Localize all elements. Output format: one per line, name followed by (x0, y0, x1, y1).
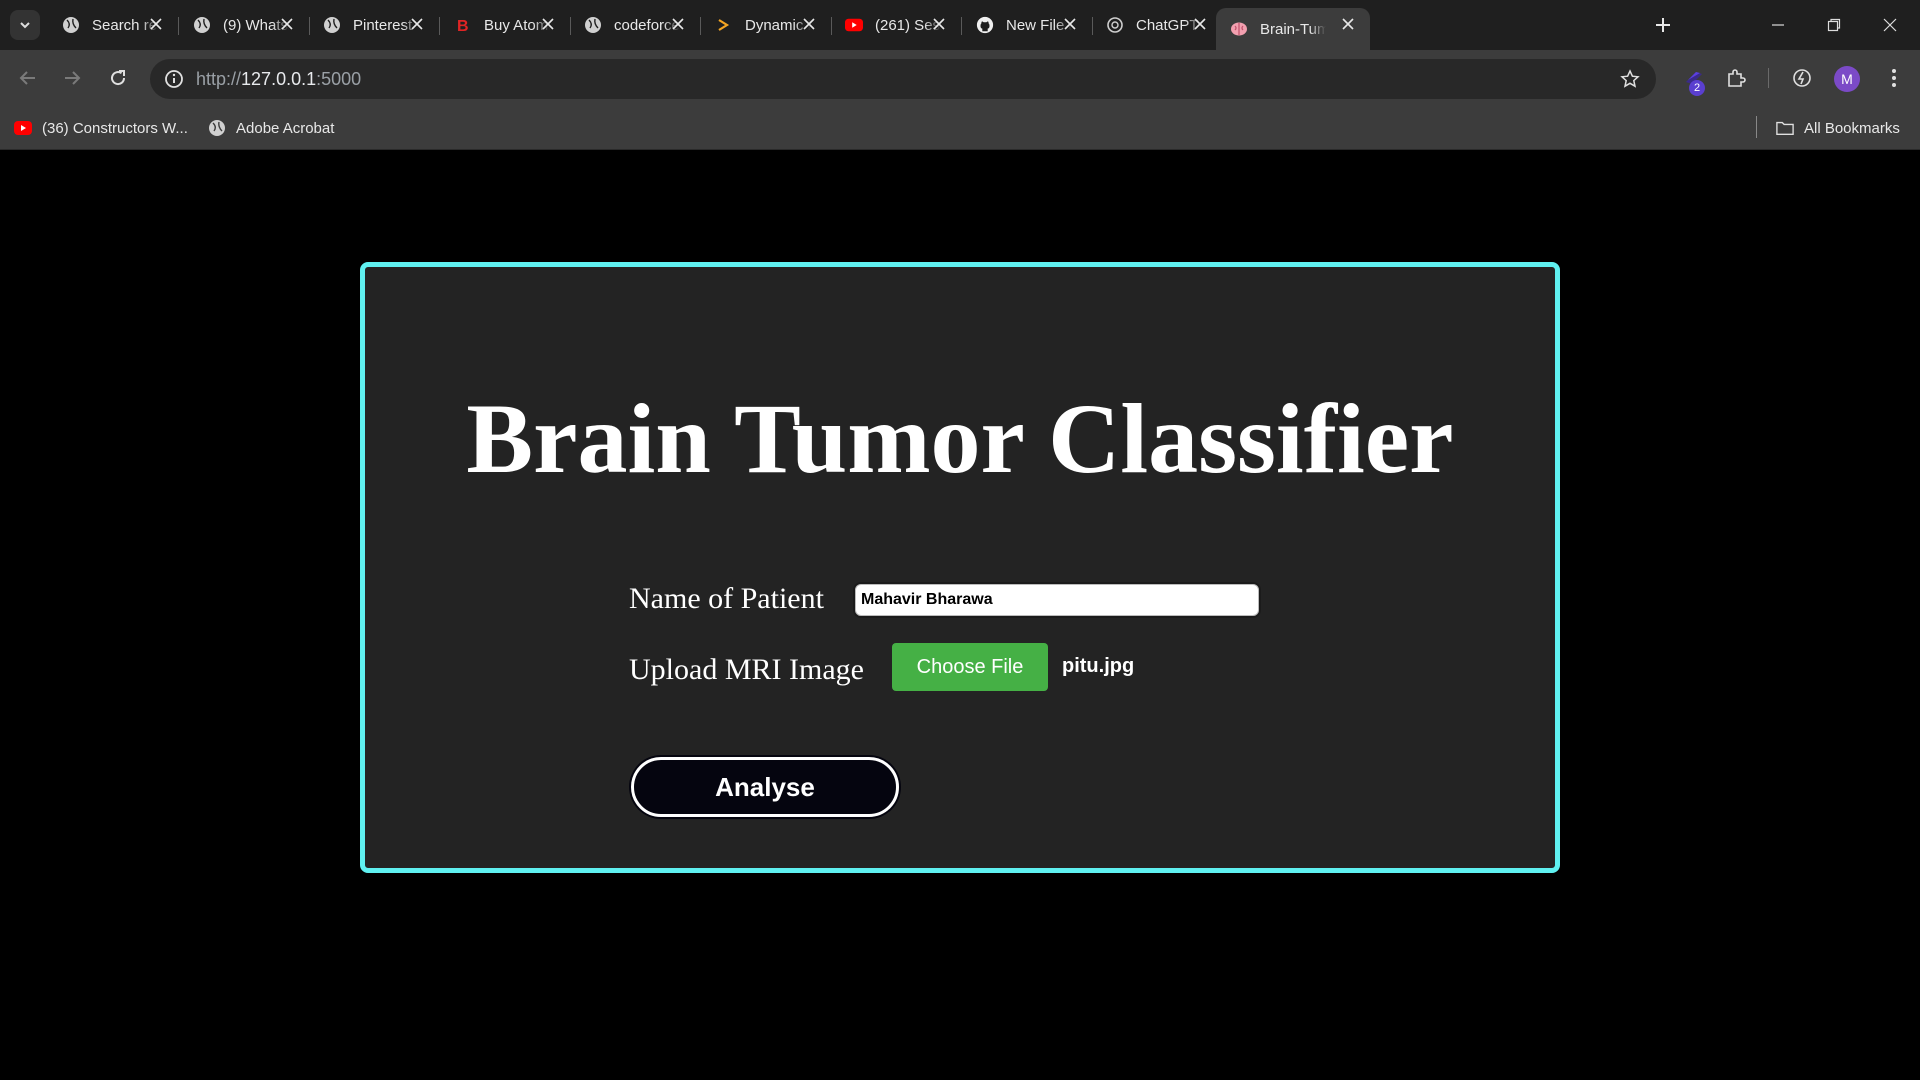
tab[interactable]: Dynamic P (701, 8, 832, 42)
b-logo-icon: B (454, 16, 472, 34)
tab-close-button[interactable] (1060, 14, 1080, 34)
arrow-right-icon (65, 71, 81, 85)
svg-text:B: B (457, 18, 469, 34)
all-bookmarks-label: All Bookmarks (1804, 119, 1900, 137)
plus-icon (1656, 18, 1670, 32)
bookmark-label: Adobe Acrobat (236, 119, 335, 137)
reload-button[interactable] (102, 62, 134, 94)
page-title: Brain Tumor Classifier (466, 383, 1454, 494)
reload-icon (111, 70, 126, 86)
bookmarks-separator (1756, 116, 1757, 138)
browser-toolbar: http://127.0.0.1:5000 (0, 50, 1920, 106)
tab-close-button[interactable] (929, 14, 949, 34)
close-icon (281, 18, 293, 30)
bookmark-label: (36) Constructors W... (42, 119, 188, 137)
back-button[interactable] (12, 62, 44, 94)
tab-strip: Search results(9) WhatsAppPinterestBBuy … (0, 0, 1920, 50)
github-icon (976, 16, 994, 34)
chevron-down-icon (20, 22, 30, 29)
url-text: http://127.0.0.1:5000 (196, 69, 362, 89)
new-tab-button[interactable] (1650, 12, 1676, 38)
globe-icon (208, 119, 226, 137)
tab[interactable]: New File a (962, 8, 1093, 42)
close-window-button[interactable] (1862, 0, 1918, 50)
close-icon (411, 18, 423, 30)
analyse-button[interactable]: Analyse (631, 757, 899, 817)
patient-name-input[interactable] (853, 582, 1261, 618)
close-icon (1883, 18, 1897, 32)
close-icon (150, 18, 162, 30)
tab-close-button[interactable] (146, 14, 166, 34)
chevron-logo-icon (715, 16, 733, 34)
profile-avatar[interactable]: M (1834, 66, 1860, 92)
tab[interactable]: codeforces (570, 8, 701, 42)
globe-icon (62, 16, 80, 34)
extension-badge: 2 (1689, 80, 1705, 96)
close-icon (933, 18, 945, 30)
minimize-icon (1772, 24, 1784, 26)
tab[interactable]: Pinterest (309, 8, 440, 42)
selected-file-name: pitu.jpg (1062, 655, 1135, 677)
tab-close-button[interactable] (538, 14, 558, 34)
close-icon (1064, 18, 1076, 30)
site-info-icon[interactable] (162, 67, 186, 91)
tab-search-button[interactable] (10, 10, 40, 40)
menu-kebab-icon[interactable] (1880, 64, 1908, 92)
close-icon (803, 18, 815, 30)
upload-label: Upload MRI Image (629, 653, 864, 686)
tab-close-button[interactable] (799, 14, 819, 34)
bookmark-item[interactable]: Adobe Acrobat (208, 116, 334, 140)
brain-icon (1230, 20, 1248, 38)
tab-close-button[interactable] (407, 14, 427, 34)
arrow-left-icon (19, 71, 35, 85)
tab-close-button[interactable] (668, 14, 688, 34)
page-viewport: Brain Tumor Classifier Name of Patient U… (0, 151, 1920, 1080)
tab-close-button[interactable] (1338, 14, 1358, 34)
globe-icon (323, 16, 341, 34)
bookmark-star-icon[interactable] (1618, 67, 1642, 91)
bookmark-item[interactable]: (36) Constructors W... (14, 116, 188, 140)
tab[interactable]: (9) WhatsApp (179, 8, 310, 42)
tab[interactable]: ChatGPT (1092, 8, 1222, 42)
choose-file-button[interactable]: Choose File (892, 643, 1048, 691)
close-icon (672, 18, 684, 30)
tab[interactable]: Search results (48, 8, 179, 42)
close-icon (542, 18, 554, 30)
bookmarks-bar: (36) Constructors W... Adobe Acrobat All… (0, 106, 1920, 150)
address-bar[interactable]: http://127.0.0.1:5000 (150, 59, 1656, 99)
tab-title: Brain-Tum (1260, 20, 1326, 38)
chatgpt-icon (1106, 16, 1124, 34)
tab-close-button[interactable] (1190, 14, 1210, 34)
classifier-card: Brain Tumor Classifier Name of Patient U… (360, 262, 1560, 873)
name-label: Name of Patient (629, 582, 824, 615)
tab-close-button[interactable] (277, 14, 297, 34)
tab[interactable]: Brain-Tum (1216, 8, 1370, 50)
all-bookmarks-button[interactable]: All Bookmarks (1776, 116, 1900, 140)
restore-button[interactable] (1806, 0, 1862, 50)
forward-button[interactable] (56, 62, 88, 94)
globe-icon (193, 16, 211, 34)
youtube-icon (845, 16, 863, 34)
tab[interactable]: BBuy Atomic (440, 8, 571, 42)
extensions-puzzle-icon[interactable] (1722, 64, 1750, 92)
minimize-button[interactable] (1750, 0, 1806, 50)
folder-icon (1776, 119, 1794, 137)
restore-icon (1827, 18, 1841, 32)
tab[interactable]: (261) Sessi (831, 8, 962, 42)
performance-icon[interactable] (1788, 64, 1816, 92)
close-icon (1342, 18, 1354, 30)
globe-icon (584, 16, 602, 34)
youtube-icon (14, 119, 32, 137)
close-icon (1194, 18, 1206, 30)
toolbar-separator (1768, 68, 1769, 88)
